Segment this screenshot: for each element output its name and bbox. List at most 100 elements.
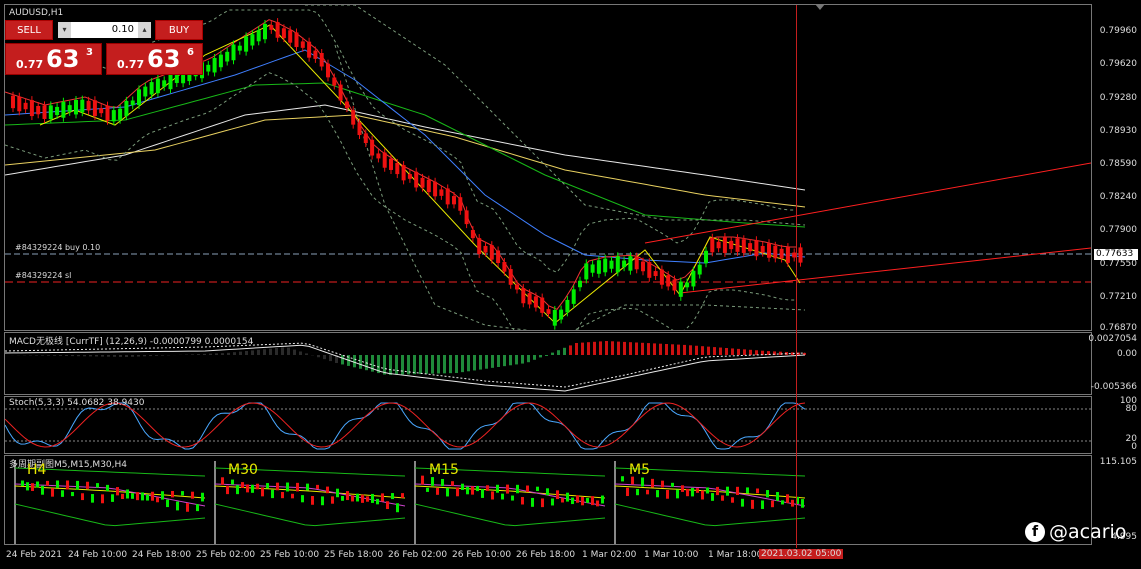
mtf-candle: [286, 482, 289, 492]
mtf-candle: [771, 500, 774, 508]
macd-histogram-bar: [47, 355, 50, 356]
candle-body: [363, 133, 368, 144]
mtf-candle: [316, 484, 319, 489]
mtf-candle: [46, 480, 49, 486]
mtf-candle: [26, 482, 29, 491]
macd-histogram-bar: [383, 355, 386, 375]
mtf-candle: [251, 484, 254, 493]
mtf-candle: [726, 486, 729, 496]
macd-histogram-bar: [725, 348, 728, 355]
macd-histogram-bar: [515, 355, 518, 365]
macd-histogram-bar: [227, 352, 230, 355]
mtf-candle: [86, 481, 89, 489]
stoch-pane[interactable]: Stoch(5,3,3) 54.0682 38.9430: [4, 396, 1092, 454]
mtf-candle: [471, 486, 474, 495]
price-axis: 0.79960 0.79620 0.79280 0.78930 0.78590 …: [1093, 4, 1141, 333]
mtf-candle: [326, 486, 329, 494]
candle-body: [244, 36, 249, 52]
macd-histogram-bar: [671, 344, 674, 355]
macd-histogram-bar: [581, 342, 584, 355]
candle-body: [351, 110, 356, 125]
price-level: 0.77210: [1099, 292, 1137, 302]
mtf-candle: [56, 480, 59, 488]
macd-histogram-bar: [299, 351, 302, 355]
mtf-candle: [226, 485, 229, 495]
candle-body: [105, 105, 110, 121]
mtf-candle: [156, 497, 159, 503]
mtf-candle: [361, 494, 364, 503]
stoch-level: 0: [1131, 442, 1137, 452]
macd-histogram-bar: [419, 355, 422, 375]
mtf-candle: [561, 498, 564, 503]
mtf-candle: [31, 483, 34, 491]
stoch-title: Stoch(5,3,3) 54.0682 38.9430: [9, 398, 145, 408]
macd-histogram-bar: [275, 348, 278, 355]
candle-body: [36, 105, 41, 115]
mtf-candle: [351, 495, 354, 502]
bollinger-outer-upper: [305, 5, 806, 226]
candle-body: [23, 102, 28, 110]
macd-level: -0.005366: [1090, 382, 1137, 392]
candle-body: [61, 101, 66, 118]
tf-label-m30: M30: [228, 462, 258, 478]
macd-histogram-bar: [461, 355, 464, 373]
candle-body: [155, 78, 160, 94]
mtf-candle: [436, 488, 439, 495]
candle-body: [584, 263, 589, 280]
macd-histogram-bar: [119, 355, 122, 357]
mtf-candle: [281, 491, 284, 499]
mtf-candle: [256, 483, 259, 490]
buy-price-sup: 6: [187, 47, 194, 58]
macd-histogram-bar: [599, 341, 602, 355]
mtf-candle: [236, 485, 239, 495]
mtf-candle: [166, 499, 169, 508]
mtf-candle: [116, 487, 119, 496]
sell-price-sup: 3: [86, 47, 93, 58]
candle-body: [464, 210, 469, 225]
buy-price-box[interactable]: 0.77 63 6: [106, 43, 203, 75]
mtf-candle: [466, 486, 469, 495]
candle-body: [760, 245, 765, 253]
mtf-candle: [766, 490, 769, 498]
candle-body: [515, 284, 519, 290]
macd-histogram-bar: [689, 345, 692, 355]
macd-histogram-bar: [527, 355, 530, 363]
mtf-candle: [716, 486, 719, 496]
sell-price-box[interactable]: 0.77 63 3: [5, 43, 102, 75]
mtf-candle: [751, 499, 754, 509]
lot-decrease-button[interactable]: ▾: [58, 22, 71, 38]
candle-body: [666, 275, 671, 287]
macd-histogram-bar: [395, 355, 398, 375]
candle-body: [225, 51, 230, 62]
candle-body: [445, 188, 450, 205]
mtf-candle: [341, 496, 344, 501]
candle-body: [628, 256, 633, 271]
scroll-marker-icon: [815, 4, 825, 10]
candle-body: [414, 171, 419, 188]
sell-button[interactable]: SELL: [5, 20, 53, 40]
buy-button[interactable]: BUY: [155, 20, 203, 40]
macd-histogram-bar: [731, 348, 734, 355]
candle-body: [735, 238, 740, 252]
time-label: 24 Feb 18:00: [132, 550, 192, 560]
macd-histogram-bar: [131, 355, 134, 357]
mtf-candle: [276, 482, 279, 491]
mtf-candle: [356, 493, 359, 502]
order-sl-label: #84329224 sl: [15, 271, 72, 280]
macd-histogram-bar: [293, 349, 296, 355]
mtf-candle: [151, 491, 154, 501]
lot-increase-button[interactable]: ▴: [138, 22, 151, 38]
candle-body: [634, 256, 639, 270]
mtf-candle: [366, 496, 369, 502]
lot-size-input[interactable]: 0.10: [71, 22, 138, 38]
candle-body: [483, 245, 488, 253]
macd-histogram-bar: [401, 355, 404, 375]
order-buy-label: #84329224 buy 0.10: [15, 243, 101, 252]
candle-body: [659, 269, 664, 285]
candle-body: [29, 100, 34, 117]
macd-histogram-bar: [125, 355, 128, 357]
macd-histogram-bar: [77, 355, 80, 357]
macd-pane[interactable]: MACD无极线 [CurrTF] (12,26,9) -0.0000799 0.…: [4, 332, 1092, 395]
multi-timeframe-pane[interactable]: 多周期副图M5,M15,M30,H4 H4 M30 M15 M5: [4, 455, 1092, 545]
candle-body: [754, 240, 759, 257]
